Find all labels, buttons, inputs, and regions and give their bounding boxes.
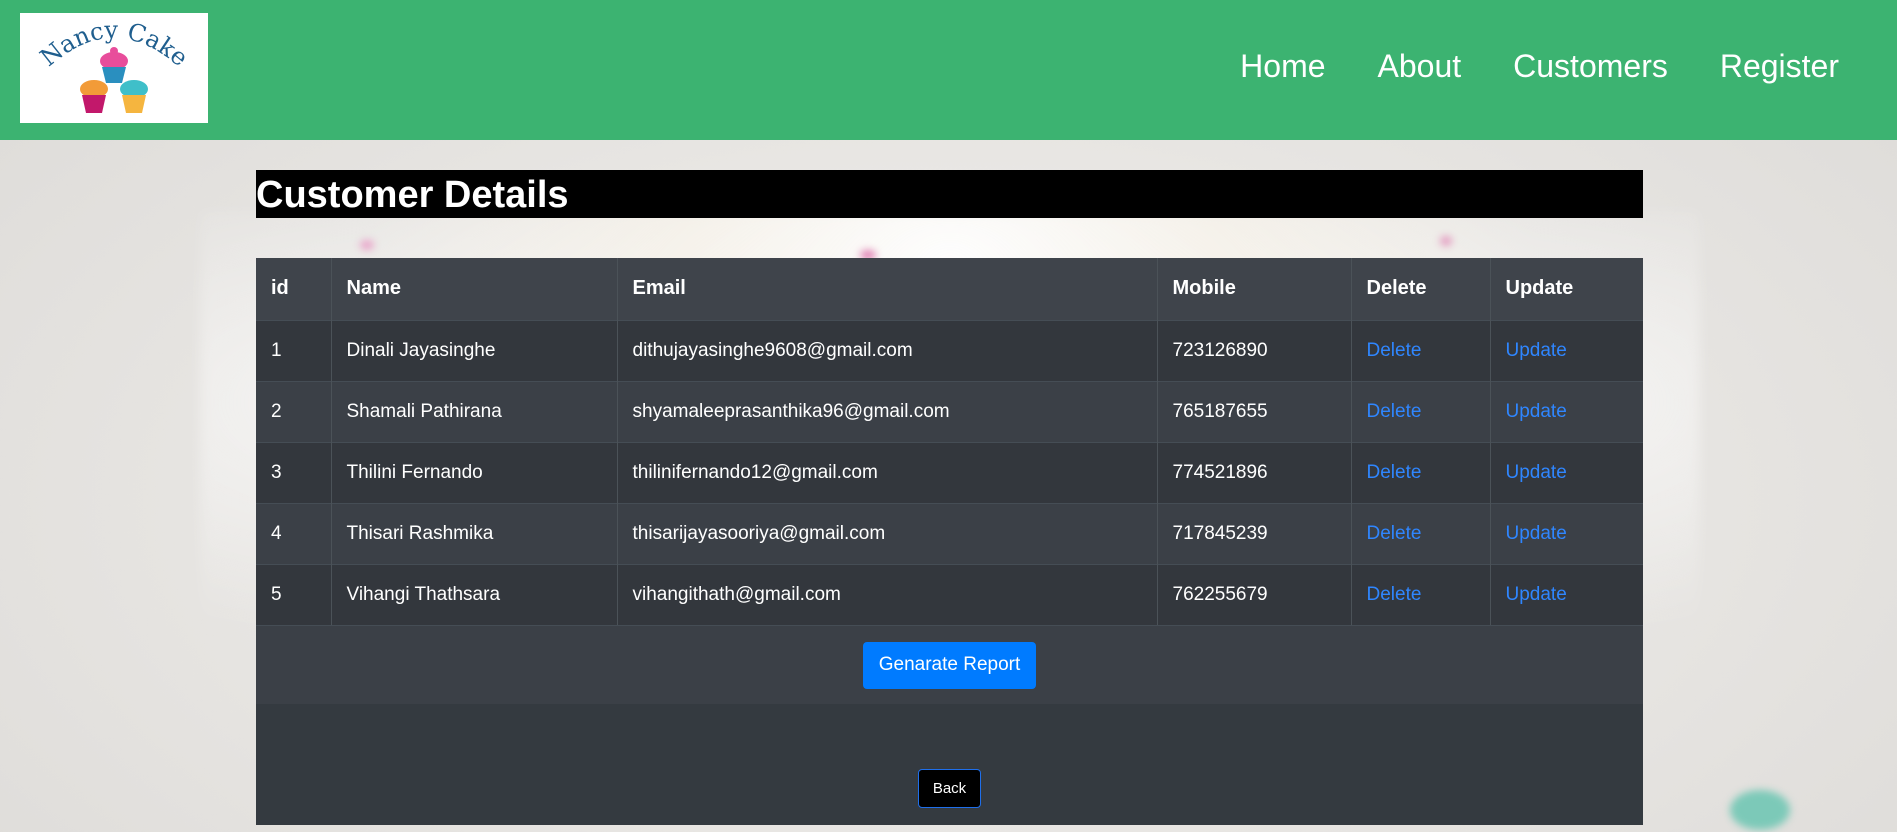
cell-update: Update	[1490, 503, 1643, 564]
column-header-update: Update	[1505, 277, 1574, 300]
cell-mobile: 765187655	[1157, 381, 1352, 442]
report-row: Genarate Report	[256, 625, 1643, 704]
nav-about-link[interactable]: About	[1378, 48, 1462, 85]
update-link[interactable]: Update	[1506, 401, 1567, 422]
customer-table: id Name Email Mobile Delete Update 1 Din…	[256, 258, 1643, 625]
cell-name: Dinali Jayasinghe	[331, 320, 618, 381]
cell-email: vihangithath@gmail.com	[617, 564, 1158, 625]
column-header-email: Email	[617, 258, 1158, 320]
update-link[interactable]: Update	[1506, 584, 1567, 605]
cell-email: thilinifernando12@gmail.com	[617, 442, 1158, 503]
cell-delete: Delete	[1351, 381, 1491, 442]
customer-table-container: id Name Email Mobile Delete Update 1 Din…	[256, 258, 1643, 825]
cell-delete: Delete	[1351, 503, 1491, 564]
cell-mobile: 717845239	[1157, 503, 1352, 564]
site-header: Nancy Cake Home About Customers Register	[0, 0, 1897, 140]
page-title: Customer Details	[256, 174, 569, 216]
cell-email: thisarijayasooriya@gmail.com	[617, 503, 1158, 564]
main-nav: Home About Customers Register	[1240, 48, 1839, 85]
table-row: 1 Dinali Jayasinghe dithujayasinghe9608@…	[256, 320, 1643, 381]
cell-id: 3	[256, 442, 332, 503]
column-header-delete: Delete	[1351, 258, 1491, 320]
cell-update: Update	[1490, 564, 1643, 625]
column-header-id: id	[256, 258, 332, 320]
logo[interactable]: Nancy Cake	[20, 13, 208, 123]
table-header-row: id Name Email Mobile Delete Update	[256, 258, 1643, 320]
cell-name: Thisari Rashmika	[331, 503, 618, 564]
cell-delete: Delete	[1351, 442, 1491, 503]
cell-id: 5	[256, 564, 332, 625]
cell-name: Shamali Pathirana	[331, 381, 618, 442]
cell-email: dithujayasinghe9608@gmail.com	[617, 320, 1158, 381]
cell-delete: Delete	[1351, 320, 1491, 381]
nav-register-link[interactable]: Register	[1720, 48, 1839, 85]
cell-update: Update	[1490, 381, 1643, 442]
cell-id: 2	[256, 381, 332, 442]
cell-email: shyamaleeprasanthika96@gmail.com	[617, 381, 1158, 442]
table-row: 5 Vihangi Thathsara vihangithath@gmail.c…	[256, 564, 1643, 625]
generate-report-button[interactable]: Genarate Report	[862, 641, 1037, 689]
cell-name: Thilini Fernando	[331, 442, 618, 503]
cupcake-logo-icon: Nancy Cake	[35, 16, 193, 113]
cell-update: Update	[1490, 320, 1643, 381]
cell-mobile: 723126890	[1157, 320, 1352, 381]
cell-delete: Delete	[1351, 564, 1491, 625]
update-link[interactable]: Update	[1506, 340, 1567, 361]
table-row: 3 Thilini Fernando thilinifernando12@gma…	[256, 442, 1643, 503]
column-header-name: Name	[331, 258, 618, 320]
table-row: 2 Shamali Pathirana shyamaleeprasanthika…	[256, 381, 1643, 442]
delete-link[interactable]: Delete	[1367, 523, 1422, 544]
back-button[interactable]: Back	[918, 769, 981, 808]
cell-mobile: 774521896	[1157, 442, 1352, 503]
cell-id: 4	[256, 503, 332, 564]
back-area: Back	[256, 704, 1643, 824]
column-header-mobile: Mobile	[1157, 258, 1352, 320]
cell-id: 1	[256, 320, 332, 381]
delete-link[interactable]: Delete	[1367, 584, 1422, 605]
nav-home-link[interactable]: Home	[1240, 48, 1325, 85]
delete-link[interactable]: Delete	[1367, 462, 1422, 483]
cell-name: Vihangi Thathsara	[331, 564, 618, 625]
table-row: 4 Thisari Rashmika thisarijayasooriya@gm…	[256, 503, 1643, 564]
cell-update: Update	[1490, 442, 1643, 503]
main-content: Customer Details id Name Email Mobile De…	[256, 170, 1643, 825]
title-bar: Customer Details	[256, 170, 1643, 218]
cell-mobile: 762255679	[1157, 564, 1352, 625]
delete-link[interactable]: Delete	[1367, 340, 1422, 361]
update-link[interactable]: Update	[1506, 523, 1567, 544]
background-decoration	[1730, 790, 1790, 830]
update-link[interactable]: Update	[1506, 462, 1567, 483]
nav-customers-link[interactable]: Customers	[1513, 48, 1668, 85]
delete-link[interactable]: Delete	[1367, 401, 1422, 422]
